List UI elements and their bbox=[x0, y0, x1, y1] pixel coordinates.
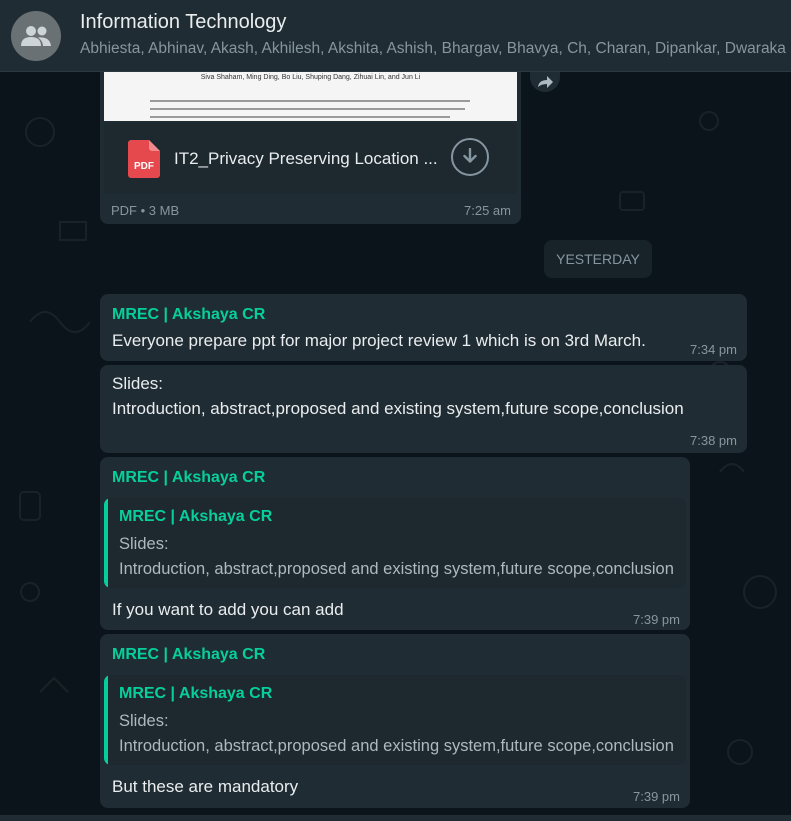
message-list[interactable]: Siva Shaham, Ming Ding, Bo Liu, Shuping … bbox=[0, 64, 791, 821]
message-text: Introduction, abstract,proposed and exis… bbox=[112, 399, 684, 418]
quoted-text: Slides: bbox=[119, 535, 169, 553]
forward-button[interactable] bbox=[530, 72, 560, 92]
sender-name[interactable]: MREC | Akshaya CR bbox=[112, 646, 265, 664]
reply-message-bubble[interactable]: MREC | Akshaya CR MREC | Akshaya CR Slid… bbox=[100, 457, 690, 630]
group-members[interactable]: Abhiesta, Abhinav, Akash, Akhilesh, Aksh… bbox=[80, 40, 791, 58]
chat-window: Information Technology Abhiesta, Abhinav… bbox=[0, 0, 791, 821]
quoted-text: Introduction, abstract,proposed and exis… bbox=[119, 737, 674, 755]
quote-accent-bar bbox=[104, 498, 108, 588]
sender-name[interactable]: MREC | Akshaya CR bbox=[112, 306, 265, 324]
reply-message-bubble[interactable]: MREC | Akshaya CR MREC | Akshaya CR Slid… bbox=[100, 634, 690, 808]
pdf-preview-authors: Siva Shaham, Ming Ding, Bo Liu, Shuping … bbox=[200, 74, 421, 81]
message-text: Slides: bbox=[112, 374, 164, 393]
message-time: 7:34 pm bbox=[690, 342, 737, 357]
quoted-text: Introduction, abstract,proposed and exis… bbox=[119, 560, 674, 578]
group-icon bbox=[21, 26, 51, 46]
download-icon bbox=[463, 148, 477, 163]
quote-accent-bar bbox=[104, 675, 108, 765]
message-time: 7:39 pm bbox=[633, 612, 680, 627]
pdf-icon-label: PDF bbox=[134, 161, 154, 172]
pdf-file-icon: PDF bbox=[128, 140, 160, 178]
message-time: 7:25 am bbox=[464, 203, 511, 218]
pdf-preview-line bbox=[150, 100, 470, 102]
quoted-message[interactable]: MREC | Akshaya CR Slides: Introduction, … bbox=[104, 498, 686, 588]
pdf-preview-line bbox=[150, 108, 465, 110]
download-button[interactable] bbox=[451, 138, 489, 176]
quoted-sender-name: MREC | Akshaya CR bbox=[119, 685, 273, 702]
message-text: If you want to add you can add bbox=[112, 600, 344, 619]
file-name: IT2_Privacy Preserving Location ... bbox=[174, 149, 438, 168]
file-meta: PDF • 3 MB bbox=[111, 203, 180, 218]
sender-name[interactable]: MREC | Akshaya CR bbox=[112, 469, 265, 487]
message-time: 7:39 pm bbox=[633, 789, 680, 804]
forward-icon bbox=[538, 76, 553, 88]
message-text: But these are mandatory bbox=[112, 777, 299, 796]
date-divider: YESTERDAY bbox=[544, 240, 652, 278]
file-attachment[interactable]: PDF IT2_Privacy Preserving Location ... bbox=[104, 123, 517, 194]
group-avatar[interactable] bbox=[11, 11, 61, 61]
pdf-preview-thumbnail[interactable]: Siva Shaham, Ming Ding, Bo Liu, Shuping … bbox=[104, 72, 517, 121]
chat-header[interactable]: Information Technology Abhiesta, Abhinav… bbox=[0, 0, 791, 72]
quoted-text: Slides: bbox=[119, 712, 169, 730]
message-bubble[interactable]: MREC | Akshaya CR Everyone prepare ppt f… bbox=[100, 294, 747, 361]
quoted-sender-name: MREC | Akshaya CR bbox=[119, 508, 273, 525]
message-time: 7:38 pm bbox=[690, 433, 737, 448]
message-text: Everyone prepare ppt for major project r… bbox=[112, 331, 646, 350]
group-title[interactable]: Information Technology bbox=[80, 11, 286, 34]
quoted-message[interactable]: MREC | Akshaya CR Slides: Introduction, … bbox=[104, 675, 686, 765]
composer-bar-edge bbox=[0, 815, 791, 821]
message-bubble[interactable]: Slides: Introduction, abstract,proposed … bbox=[100, 365, 747, 453]
pdf-preview-line bbox=[150, 116, 450, 118]
